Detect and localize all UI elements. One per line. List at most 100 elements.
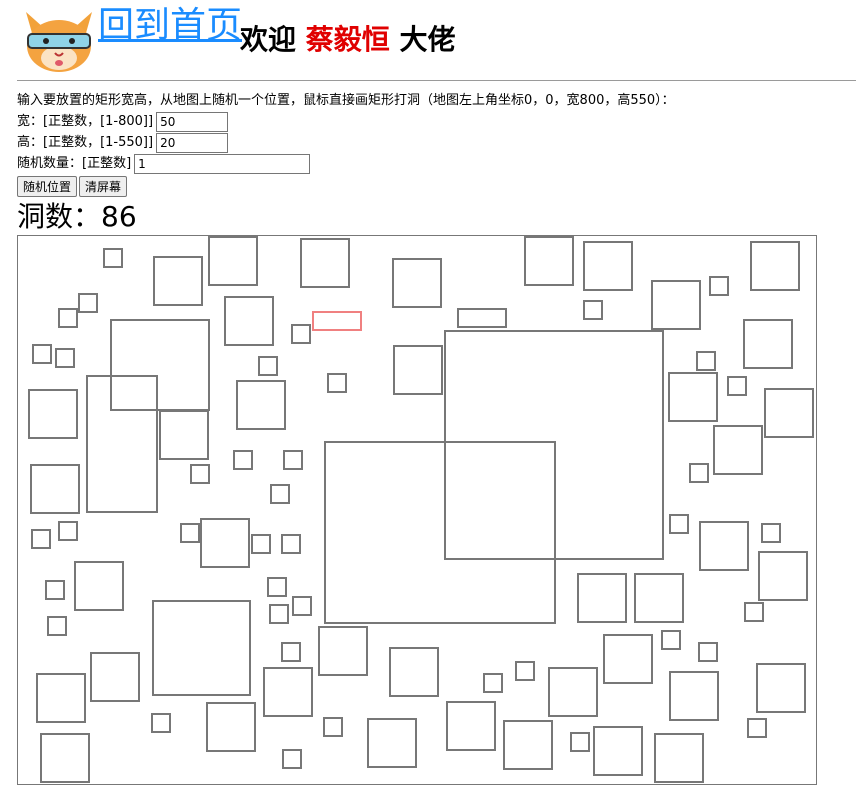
hole-rect [47,616,67,636]
hole-rect [153,256,203,306]
hole-rect [669,671,719,721]
instructions: 输入要放置的矩形宽高，从地图上随机一个位置，鼠标直接画矩形打洞（地图左上角坐标0… [17,92,675,108]
height-row: 高：[正整数，[1-550]] [17,132,675,153]
hole-rect [392,258,442,308]
hole-rect [457,308,507,328]
hole-rect [291,324,311,344]
hole-rect [756,663,806,713]
hole-count: 洞数：86 [17,200,137,233]
hole-rect [515,661,535,681]
hole-rect [570,732,590,752]
hole-rect [36,673,86,723]
hole-rect [689,463,709,483]
hole-rect [367,718,417,768]
hole-rect [200,518,250,568]
control-panel: 输入要放置的矩形宽高，从地图上随机一个位置，鼠标直接画矩形打洞（地图左上角坐标0… [17,90,675,197]
hole-rect [208,236,258,286]
user-name: 蔡毅恒 [305,23,390,56]
hole-rect [483,673,503,693]
hole-rect [31,529,51,549]
hole-rect [251,534,271,554]
random-position-button[interactable]: 随机位置 [17,176,78,197]
hole-rect [583,241,633,291]
hole-rect [159,410,209,460]
button-row: 随机位置 清屏幕 [17,176,675,197]
hole-rect [90,652,140,702]
hole-rect [389,647,439,697]
welcome-text: 欢迎 蔡毅恒 大佬 [240,20,456,60]
hole-rect [327,373,347,393]
cat-mascot-logo [26,12,92,72]
hole-rect [743,319,793,369]
hole-rect [654,733,704,783]
hole-rect [758,551,808,601]
hole-rect [30,464,80,514]
hole-rect [669,514,689,534]
welcome-suffix: 大佬 [389,23,456,56]
hole-rect [58,308,78,328]
page-header: 回到首页 欢迎 蔡毅恒 大佬 [0,0,856,80]
hole-rect [548,667,598,717]
hole-rect [282,749,302,769]
count-row: 随机数量：[正整数] [17,153,675,174]
hole-rect [747,718,767,738]
hole-rect [292,596,312,616]
hole-rect [698,642,718,662]
welcome-prefix: 欢迎 [240,23,306,56]
hole-rect [577,573,627,623]
hole-rect [267,577,287,597]
hole-rect [55,348,75,368]
hole-rect [699,521,749,571]
hole-rect [224,296,274,346]
count-label: 随机数量：[正整数] [17,155,132,171]
current-hole-rect [312,311,362,331]
hole-rect [258,356,278,376]
hole-rect [270,484,290,504]
hole-rect [524,236,574,286]
home-link[interactable]: 回到首页 [98,2,242,50]
hole-rect [709,276,729,296]
hole-rect [151,713,171,733]
hole-rect [661,630,681,650]
hole-rect [28,389,78,439]
hole-rect [668,372,718,422]
hole-rect [446,701,496,751]
hole-rect [696,351,716,371]
width-row: 宽：[正整数，[1-800]] [17,111,675,132]
hole-rect [503,720,553,770]
clear-screen-button[interactable]: 清屏幕 [79,176,128,197]
hole-rect [103,248,123,268]
width-input[interactable] [156,111,229,132]
hole-rect [206,702,256,752]
hole-rect [324,441,556,624]
hole-rect [764,388,814,438]
height-input[interactable] [156,132,229,153]
hole-rect [58,521,78,541]
hole-rect [74,561,124,611]
hole-rect [634,573,684,623]
random-count-input[interactable] [134,153,311,174]
hole-map-canvas[interactable] [17,235,817,785]
hole-rect [283,450,303,470]
hole-rect [583,300,603,320]
hole-rect [750,241,800,291]
height-label: 高：[正整数，[1-550]] [17,134,154,150]
hole-rect [300,238,350,288]
hole-rect [651,280,701,330]
hole-rect [727,376,747,396]
hole-rect [318,626,368,676]
hole-rect [45,580,65,600]
hole-rect [603,634,653,684]
hole-rect [323,717,343,737]
hole-rect [761,523,781,543]
hole-rect [263,667,313,717]
hole-rect [281,534,301,554]
hole-rect [236,380,286,430]
hole-rect [78,293,98,313]
hole-rect [744,602,764,622]
hole-rect [180,523,200,543]
hole-rect [269,604,289,624]
header-divider [17,80,856,81]
hole-rect [713,425,763,475]
hole-rect [393,345,443,395]
